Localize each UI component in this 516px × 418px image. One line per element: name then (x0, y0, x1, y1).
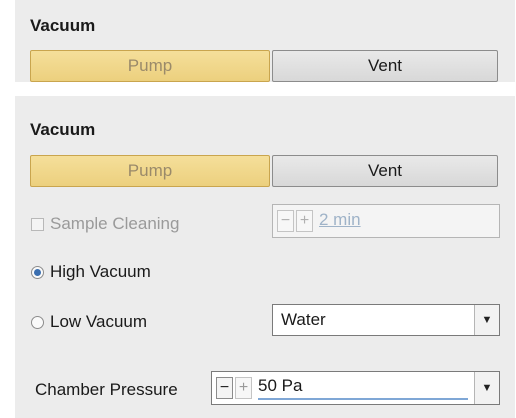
minus-icon[interactable]: − (277, 210, 294, 232)
minus-icon[interactable]: − (216, 377, 233, 399)
high-vacuum-radio[interactable] (31, 265, 44, 279)
chamber-pressure-stepper[interactable]: − + 50 Pa ▼ (211, 371, 500, 405)
low-vacuum-label: Low Vacuum (50, 312, 148, 331)
vacuum-panel-top: Vacuum Pump Vent (15, 0, 515, 82)
sample-cleaning-stepper[interactable]: − + 2 min (272, 204, 500, 238)
gas-select-value: Water (281, 310, 326, 329)
high-vacuum-label: High Vacuum (50, 262, 151, 281)
vacuum-panel: Vacuum Pump Vent Sample Cleaning − + 2 m… (15, 96, 515, 418)
section-title: Vacuum (30, 16, 96, 35)
vent-button[interactable]: Vent (272, 155, 498, 187)
chamber-pressure-value[interactable]: 50 Pa (258, 376, 468, 400)
chamber-pressure-label: Chamber Pressure (35, 380, 178, 399)
low-vacuum-radio[interactable] (31, 315, 44, 329)
sample-cleaning-row: Sample Cleaning (31, 214, 179, 234)
vent-button[interactable]: Vent (272, 50, 498, 82)
chevron-down-icon[interactable]: ▼ (474, 305, 499, 335)
pump-button[interactable]: Pump (30, 50, 270, 82)
pump-button[interactable]: Pump (30, 155, 270, 187)
sample-cleaning-value[interactable]: 2 min (319, 210, 361, 232)
section-title: Vacuum (30, 120, 96, 139)
chevron-down-icon[interactable]: ▼ (474, 372, 499, 404)
low-vacuum-option[interactable]: Low Vacuum (31, 312, 147, 332)
sample-cleaning-checkbox[interactable] (31, 217, 44, 231)
plus-icon[interactable]: + (296, 210, 313, 232)
low-vacuum-gas-select[interactable]: Water ▼ (272, 304, 500, 336)
sample-cleaning-label: Sample Cleaning (50, 214, 180, 233)
plus-icon[interactable]: + (235, 377, 252, 399)
high-vacuum-option[interactable]: High Vacuum (31, 262, 151, 282)
